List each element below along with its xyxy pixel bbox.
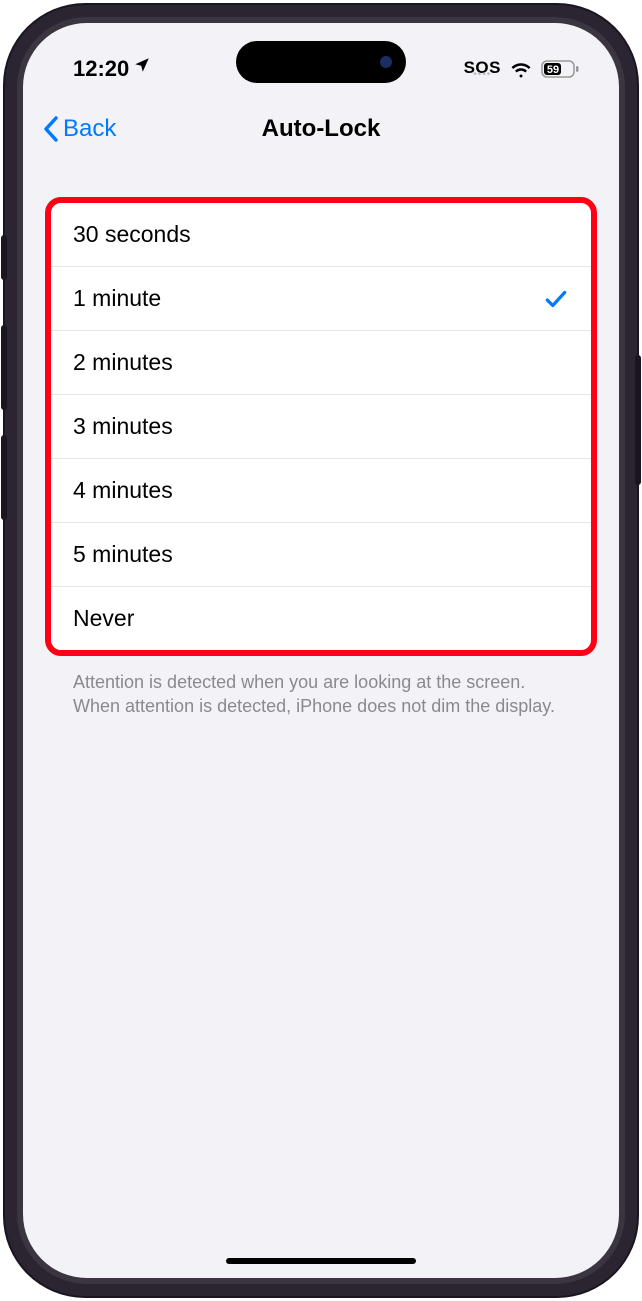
chevron-left-icon <box>43 116 59 142</box>
svg-text:59: 59 <box>547 64 559 76</box>
phone-frame: 12:20 SOS •••• <box>5 5 637 1296</box>
dynamic-island <box>236 41 406 83</box>
mute-switch <box>1 235 7 280</box>
option-label: 5 minutes <box>73 541 173 568</box>
option-3-minutes[interactable]: 3 minutes <box>51 395 591 459</box>
status-right: SOS •••• 59 <box>464 59 579 80</box>
option-label: 4 minutes <box>73 477 173 504</box>
back-label: Back <box>63 115 116 143</box>
option-30-seconds[interactable]: 30 seconds <box>51 203 591 267</box>
volume-up-button <box>1 325 7 410</box>
power-button <box>635 355 641 485</box>
option-5-minutes[interactable]: 5 minutes <box>51 523 591 587</box>
status-time: 12:20 <box>73 56 129 82</box>
battery-icon: 59 <box>541 60 579 78</box>
content: 30 seconds 1 minute 2 minutes <box>23 157 619 733</box>
status-left: 12:20 <box>73 56 151 82</box>
option-label: 2 minutes <box>73 349 173 376</box>
option-never[interactable]: Never <box>51 587 591 650</box>
option-label: 1 minute <box>73 285 161 312</box>
option-1-minute[interactable]: 1 minute <box>51 267 591 331</box>
volume-down-button <box>1 435 7 520</box>
location-icon <box>133 54 151 80</box>
wifi-icon <box>509 60 533 78</box>
checkmark-icon <box>543 286 569 312</box>
option-label: 30 seconds <box>73 221 191 248</box>
options-list: 30 seconds 1 minute 2 minutes <box>45 197 597 656</box>
option-label: Never <box>73 605 134 632</box>
option-2-minutes[interactable]: 2 minutes <box>51 331 591 395</box>
option-4-minutes[interactable]: 4 minutes <box>51 459 591 523</box>
camera-dot <box>380 56 392 68</box>
home-indicator[interactable] <box>226 1258 416 1264</box>
option-label: 3 minutes <box>73 413 173 440</box>
footer-text: Attention is detected when you are looki… <box>45 656 597 733</box>
screen: 12:20 SOS •••• <box>23 23 619 1278</box>
page-title: Auto-Lock <box>262 115 381 143</box>
nav-bar: Back Auto-Lock <box>23 93 619 157</box>
sos-indicator: SOS •••• <box>464 59 501 80</box>
back-button[interactable]: Back <box>43 115 116 143</box>
